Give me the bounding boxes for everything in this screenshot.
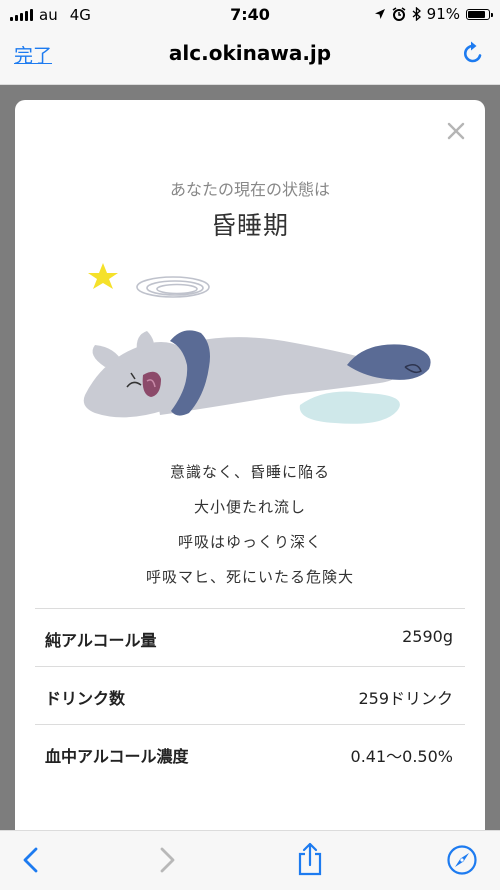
stats-row-drink-count: ドリンク数 259ドリンク: [35, 666, 465, 724]
stats-value: 2590g: [402, 627, 453, 646]
status-bar: au 4G 7:40 91%: [0, 0, 500, 30]
chevron-left-icon[interactable]: [20, 846, 42, 874]
chevron-right-icon[interactable]: [156, 846, 178, 874]
creature-ear: [92, 345, 123, 367]
stats-label: 純アルコール量: [45, 631, 157, 650]
status-subtitle: あなたの現在の状態は: [169, 180, 330, 199]
alcohol-stats-table: 純アルコール量 2590g ドリンク数 259ドリンク 血中アルコール濃度 0.…: [35, 608, 465, 782]
creature-ear: [136, 331, 155, 353]
location-icon: [374, 9, 385, 19]
battery-percent: 91%: [426, 5, 460, 23]
symptom-list: 意識なく、昏睡に陥る 大小便たれ流し 呼吸はゆっくり深く 呼吸マヒ、死にいたる危…: [15, 455, 485, 595]
status-right: 91%: [374, 5, 493, 23]
stats-label: ドリンク数: [45, 689, 126, 708]
stats-row-pure-alcohol: 純アルコール量 2590g: [35, 608, 465, 666]
alarm-icon: [392, 7, 406, 21]
stats-value: 0.41〜0.50%: [350, 747, 453, 766]
share-icon[interactable]: [296, 841, 324, 877]
symptom-line: 意識なく、昏睡に陥る: [169, 463, 330, 481]
close-icon[interactable]: [447, 122, 465, 140]
puddle-shape: [299, 391, 400, 424]
reload-icon[interactable]: [460, 40, 486, 66]
result-modal: あなたの現在の状態は 昏睡期 意識なく、昏睡に陥る 大小便たれ流し 呼吸はゆっく…: [15, 100, 485, 860]
browser-toolbar: [0, 830, 500, 890]
url-display: alc.okinawa.jp: [168, 41, 332, 65]
symptom-line: 呼吸マヒ、死にいたる危険大: [145, 568, 354, 586]
stats-label: 血中アルコール濃度: [45, 747, 189, 766]
compass-icon[interactable]: [446, 844, 478, 876]
status-title: 昏睡期: [210, 211, 289, 240]
stats-value: 259ドリンク: [358, 689, 453, 708]
symptom-line: 大小便たれ流し: [193, 498, 306, 516]
passed-out-creature-illustration: [83, 263, 431, 424]
stats-row-blood-alcohol: 血中アルコール濃度 0.41〜0.50%: [35, 724, 465, 782]
symptom-line: 呼吸はゆっくり深く: [177, 533, 322, 551]
bluetooth-icon: [412, 7, 421, 21]
star-icon: [88, 263, 118, 289]
browser-nav-bar: 完了 alc.okinawa.jp: [0, 30, 500, 85]
battery-icon: [466, 8, 493, 20]
dizzy-swirl-icon: [136, 276, 210, 298]
